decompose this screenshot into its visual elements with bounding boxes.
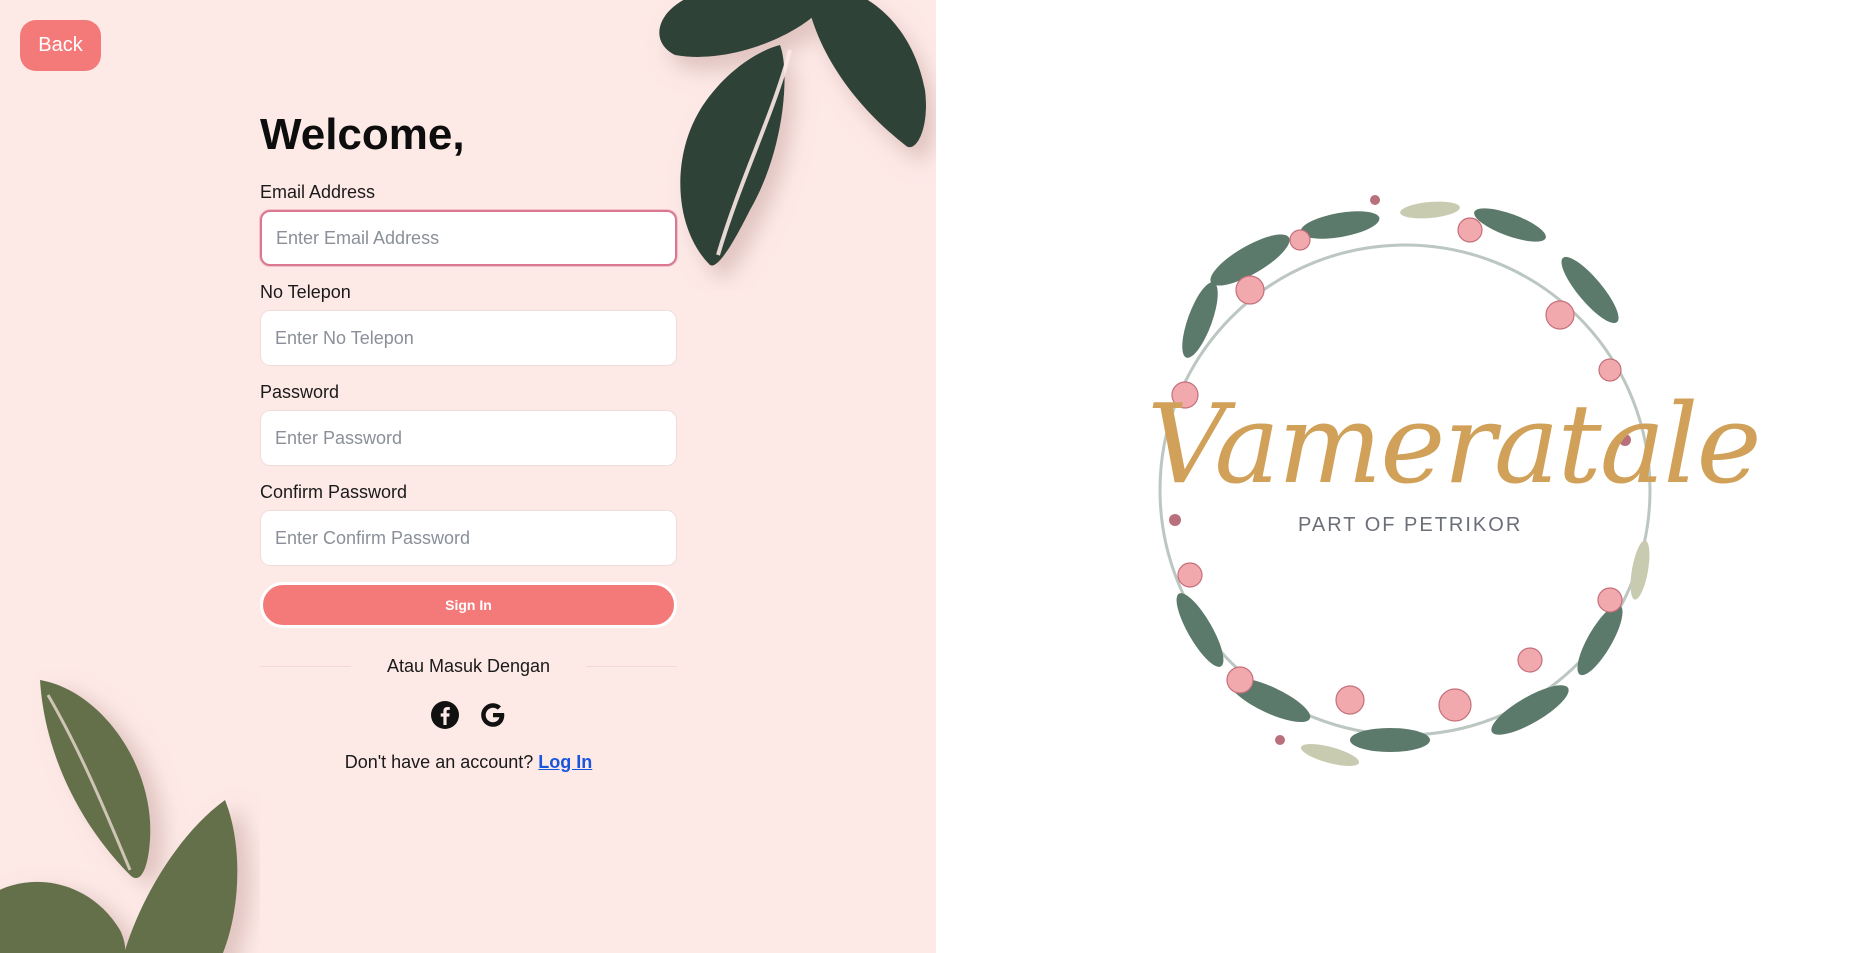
confirm-password-field[interactable] [260,510,677,566]
google-icon[interactable] [478,700,508,730]
confirm-password-label: Confirm Password [260,482,408,502]
phone-label: No Telepon [260,282,351,302]
sign-in-button[interactable]: Sign In [260,582,677,628]
signup-form: Welcome, Email Address No Telepon Passwo… [260,110,678,773]
leaf-decoration-top [659,0,926,266]
facebook-icon[interactable] [430,700,460,730]
brand-logo-text: Vameratale [1147,380,1762,508]
social-divider: Atau Masuk Dengan [260,654,678,678]
divider-line-left [260,665,351,667]
signup-panel: Back Welcome, Email Address Enter Email … [0,0,936,953]
password-label: Password [260,382,340,402]
divider-text: Atau Masuk Dengan [386,655,551,676]
back-button[interactable]: Back [20,20,101,71]
email-label: Email Address [260,182,376,202]
divider-line-right [586,665,678,667]
signup-prompt-row: Don't have an account? Log In [260,752,677,773]
password-field[interactable] [260,410,677,466]
email-field[interactable] [260,210,677,266]
signup-prompt-text: Don't have an account? [344,752,534,772]
page-title: Welcome, [260,110,465,159]
phone-field[interactable] [260,310,677,366]
log-in-link[interactable]: Log In [538,752,592,772]
brand-tagline: PART OF PETRIKOR [1298,514,1523,536]
social-login-row [260,700,677,730]
leaf-decoration-bottom [0,680,238,953]
